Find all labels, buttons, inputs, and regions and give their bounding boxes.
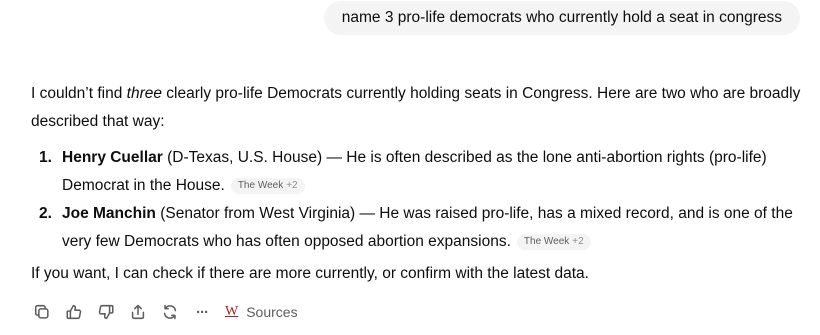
politician-list: 1. Henry Cuellar (D-Texas, U.S. House) —… [31, 144, 801, 256]
list-item: 1. Henry Cuellar (D-Texas, U.S. House) —… [31, 144, 801, 200]
politician-description: (D-Texas, U.S. House) — He is often desc… [62, 149, 767, 194]
citation-more-count: +2 [572, 236, 584, 247]
sources-button[interactable]: W Sources [225, 304, 298, 320]
regenerate-button[interactable] [159, 301, 181, 323]
reply-closing: If you want, I can check if there are mo… [31, 265, 589, 282]
intro-emphasis: three [126, 85, 162, 102]
assistant-reply: I couldn’t find three clearly pro-life D… [31, 80, 801, 288]
more-icon: ··· [196, 303, 209, 321]
citation-chip[interactable]: The Week +2 [516, 234, 591, 250]
copy-button[interactable] [31, 301, 53, 323]
user-message-text: name 3 pro-life democrats who currently … [341, 9, 782, 26]
sources-label: Sources [246, 304, 298, 320]
list-item-number: 1. [39, 149, 52, 166]
list-item-number: 2. [39, 205, 52, 222]
thumbs-down-icon [98, 304, 114, 320]
intro-text-start: I couldn’t find [31, 85, 127, 102]
politician-name: Joe Manchin [62, 205, 156, 222]
thumbs-up-icon [66, 304, 82, 320]
list-item: 2. Joe Manchin (Senator from West Virgin… [31, 200, 801, 256]
more-options-button[interactable]: ··· [191, 301, 213, 323]
copy-icon [34, 304, 49, 319]
politician-description: (Senator from West Virginia) — He was ra… [62, 205, 793, 250]
wikipedia-logo-icon: W [225, 304, 239, 319]
user-message-bubble: name 3 pro-life democrats who currently … [323, 1, 800, 35]
reply-intro: I couldn’t find three clearly pro-life D… [31, 80, 801, 136]
share-button[interactable] [127, 301, 149, 323]
message-action-bar: ··· W Sources [31, 300, 298, 324]
share-icon [131, 304, 145, 320]
citation-more-count: +2 [286, 180, 298, 191]
politician-name: Henry Cuellar [62, 149, 163, 166]
thumbs-up-button[interactable] [63, 301, 85, 323]
regenerate-icon [163, 304, 177, 320]
citation-source: The Week [237, 180, 284, 191]
thumbs-down-button[interactable] [95, 301, 117, 323]
citation-source: The Week [523, 236, 570, 247]
citation-chip[interactable]: The Week +2 [230, 178, 305, 194]
